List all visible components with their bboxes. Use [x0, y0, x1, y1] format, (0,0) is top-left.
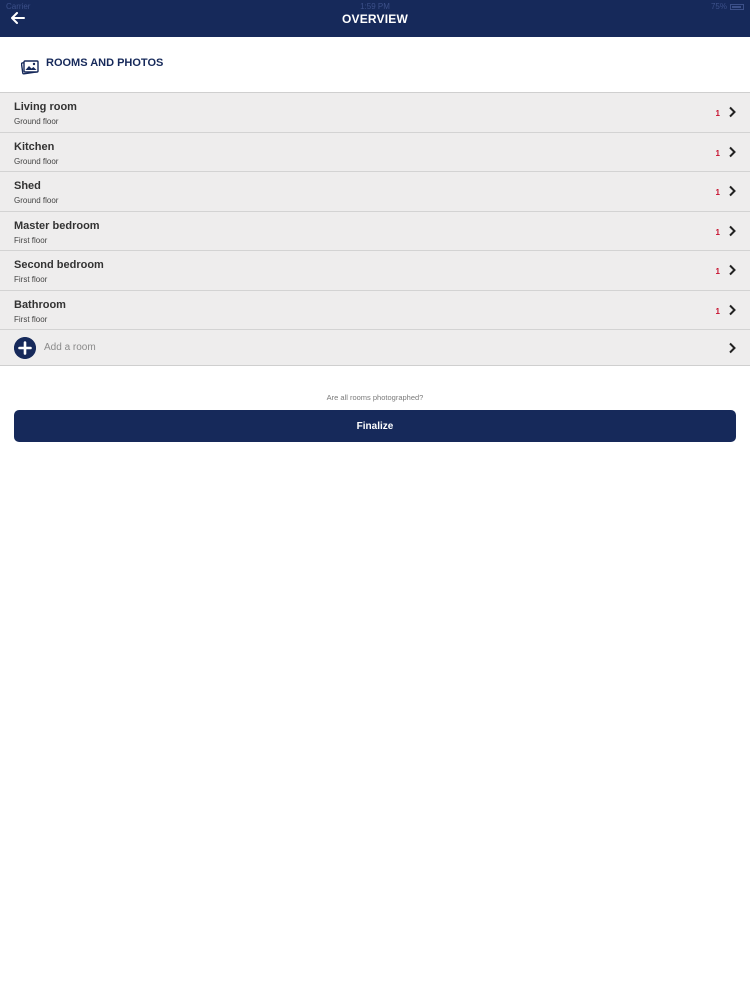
chevron-right-icon: [729, 185, 736, 197]
room-floor: Ground floor: [14, 117, 59, 126]
chevron-right-icon: [729, 264, 736, 276]
room-floor: Ground floor: [14, 196, 59, 205]
photo-count: 1: [715, 109, 720, 118]
chevron-right-icon: [729, 225, 736, 236]
chevron-right-icon: [729, 146, 736, 157]
list-item[interactable]: Living room Ground floor 1: [0, 93, 750, 133]
photos-icon: [21, 60, 39, 75]
room-floor: First floor: [14, 235, 48, 245]
room-name: Second bedroom: [14, 259, 104, 271]
room-floor: First floor: [14, 275, 48, 284]
add-room-button[interactable]: Add a room: [0, 330, 750, 366]
photo-count: 1: [715, 227, 720, 237]
room-name: Shed: [14, 180, 41, 192]
nav-bar: Carrier 1:59 PM 75% OVERVIEW: [0, 0, 750, 37]
photo-count: 1: [715, 188, 720, 197]
page-title: OVERVIEW: [341, 12, 409, 26]
room-name: Bathroom: [14, 298, 66, 311]
list-item[interactable]: Kitchen Ground floor 1: [0, 132, 750, 172]
room-name: Kitchen: [14, 140, 55, 153]
list-item[interactable]: Bathroom First floor 1: [0, 290, 750, 330]
section-title: ROOMS AND PHOTOS: [46, 57, 164, 69]
room-list: Living room Ground floor 1 Kitchen Groun…: [0, 92, 750, 366]
finalize-button[interactable]: Finalize: [14, 410, 736, 442]
room-name: Master bedroom: [14, 219, 100, 232]
finalize-prompt: Are all rooms photographed?: [326, 393, 424, 402]
battery-icon: [730, 3, 744, 10]
chevron-right-icon: [729, 304, 736, 315]
photo-count: 1: [715, 148, 720, 158]
chevron-right-icon: [729, 106, 736, 118]
battery-indicator: 75%: [711, 2, 744, 11]
list-item[interactable]: Second bedroom First floor 1: [0, 251, 750, 291]
photo-count: 1: [715, 267, 720, 276]
photo-count: 1: [715, 306, 720, 316]
room-floor: Ground floor: [14, 156, 59, 166]
list-item[interactable]: Shed Ground floor 1: [0, 172, 750, 212]
chevron-right-icon: [729, 342, 736, 354]
clock-label: 1:59 PM: [360, 2, 390, 11]
list-item[interactable]: Master bedroom First floor 1: [0, 211, 750, 251]
plus-circle-icon: [14, 337, 36, 359]
room-name: Living room: [14, 101, 77, 113]
room-floor: First floor: [14, 314, 48, 324]
battery-percent: 75%: [710, 2, 727, 11]
add-room-label: Add a room: [44, 342, 96, 353]
